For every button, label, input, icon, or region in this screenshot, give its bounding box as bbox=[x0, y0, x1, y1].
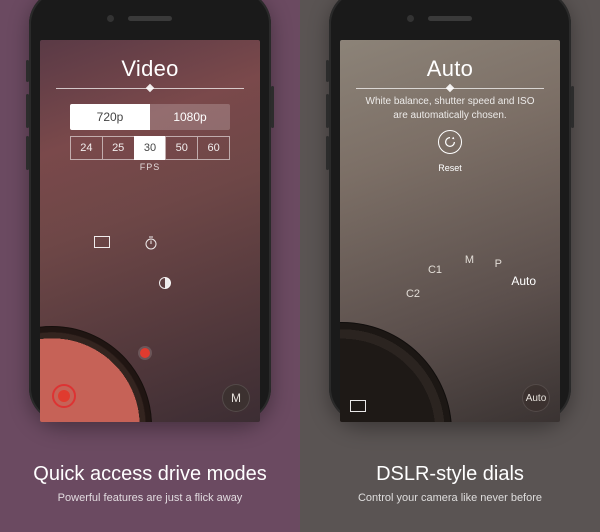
record-indicator bbox=[140, 348, 150, 358]
caption-left: Quick access drive modes Powerful featur… bbox=[0, 463, 300, 504]
dial-label-auto[interactable]: Auto bbox=[511, 274, 536, 288]
fps-option-30[interactable]: 30 bbox=[134, 136, 166, 160]
side-button bbox=[26, 60, 29, 82]
aspect-ratio-icon[interactable] bbox=[94, 236, 110, 248]
fps-option-50[interactable]: 50 bbox=[165, 136, 197, 160]
fps-label: FPS bbox=[70, 162, 230, 172]
record-button[interactable] bbox=[52, 384, 76, 408]
panel-dslr-dials: Auto White balance, shutter speed and IS… bbox=[300, 0, 600, 532]
header-rule bbox=[356, 88, 544, 89]
phone-body: Auto White balance, shutter speed and IS… bbox=[329, 0, 571, 422]
fps-option-24[interactable]: 24 bbox=[70, 136, 102, 160]
dial-label-c1[interactable]: C1 bbox=[428, 264, 442, 276]
phone-mock-right: Auto White balance, shutter speed and IS… bbox=[329, 0, 571, 422]
fps-option-60[interactable]: 60 bbox=[197, 136, 230, 160]
phone-speaker bbox=[428, 16, 472, 21]
phone-body: Video 720p 1080p 24 25 30 50 60 FPS bbox=[29, 0, 271, 422]
exposure-icon[interactable] bbox=[158, 276, 172, 290]
dial-label-m[interactable]: M bbox=[465, 254, 474, 266]
side-button bbox=[271, 86, 274, 128]
mode-button[interactable]: Auto bbox=[522, 384, 550, 412]
screen-right: Auto White balance, shutter speed and IS… bbox=[340, 40, 560, 422]
panel-drive-modes: Video 720p 1080p 24 25 30 50 60 FPS bbox=[0, 0, 300, 532]
caption-left-title: Quick access drive modes bbox=[0, 463, 300, 486]
phone-mock-left: Video 720p 1080p 24 25 30 50 60 FPS bbox=[29, 0, 271, 422]
screen-left: Video 720p 1080p 24 25 30 50 60 FPS bbox=[40, 40, 260, 422]
side-button bbox=[326, 60, 329, 82]
gallery-icon[interactable] bbox=[350, 400, 366, 412]
timer-icon[interactable] bbox=[144, 236, 158, 250]
phone-speaker bbox=[128, 16, 172, 21]
resolution-segmented[interactable]: 720p 1080p bbox=[70, 104, 230, 130]
fps-option-25[interactable]: 25 bbox=[102, 136, 134, 160]
auto-header: Auto White balance, shutter speed and IS… bbox=[340, 56, 560, 122]
fps-segmented[interactable]: 24 25 30 50 60 bbox=[70, 136, 230, 160]
side-button bbox=[571, 86, 574, 128]
side-button bbox=[26, 136, 29, 170]
phone-camera bbox=[107, 15, 114, 22]
dial-label-c2[interactable]: C2 bbox=[406, 288, 420, 300]
caption-right-title: DSLR-style dials bbox=[300, 463, 600, 486]
phone-camera bbox=[407, 15, 414, 22]
side-button bbox=[326, 136, 329, 170]
side-button bbox=[26, 94, 29, 128]
mode-button[interactable]: M bbox=[222, 384, 250, 412]
auto-title: Auto bbox=[340, 56, 560, 82]
reset-label: Reset bbox=[438, 163, 462, 173]
video-title: Video bbox=[40, 56, 260, 82]
reset-button[interactable]: Reset bbox=[438, 130, 462, 176]
resolution-option-1080p[interactable]: 1080p bbox=[150, 104, 230, 130]
reset-icon bbox=[438, 130, 462, 154]
side-button bbox=[326, 94, 329, 128]
caption-right-sub: Control your camera like never before bbox=[300, 492, 600, 504]
caption-right: DSLR-style dials Control your camera lik… bbox=[300, 463, 600, 504]
header-rule bbox=[56, 88, 244, 89]
drive-mode-dial[interactable] bbox=[40, 326, 152, 422]
auto-subtitle: White balance, shutter speed and ISO are… bbox=[340, 95, 560, 122]
promo-stage: Video 720p 1080p 24 25 30 50 60 FPS bbox=[0, 0, 600, 532]
caption-left-sub: Powerful features are just a flick away bbox=[0, 492, 300, 504]
resolution-option-720p[interactable]: 720p bbox=[70, 104, 150, 130]
dial-label-p[interactable]: P bbox=[495, 258, 502, 270]
video-header: Video bbox=[40, 56, 260, 89]
